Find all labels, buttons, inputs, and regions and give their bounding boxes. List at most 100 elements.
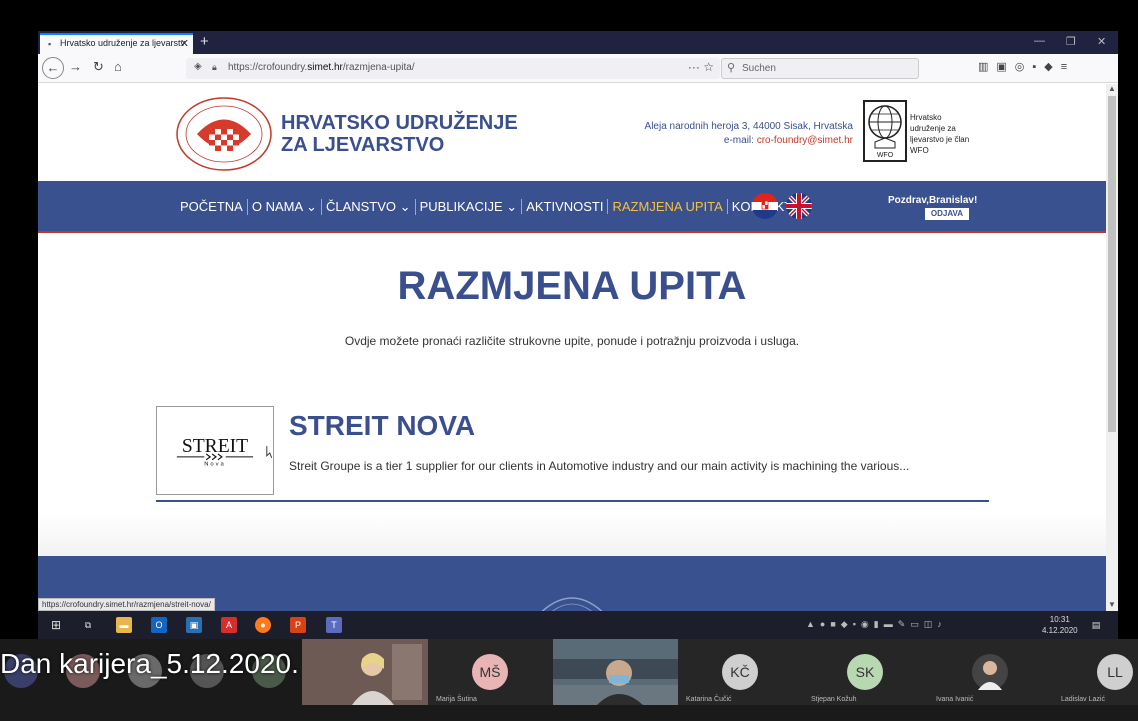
notifications-icon[interactable]: ▤ <box>1088 617 1104 633</box>
acrobat-icon[interactable]: A <box>221 617 237 633</box>
reload-icon[interactable]: ↻ <box>93 59 104 75</box>
back-icon[interactable]: ← <box>42 57 64 79</box>
scrollbar-thumb[interactable] <box>1108 96 1116 432</box>
browser-tab[interactable]: ▪ Hrvatsko udruženje za ljevarstv ✕ <box>40 33 193 54</box>
url-prefix: https://crofoundry. <box>228 62 308 73</box>
main-navigation: POČETNA O NAMA ⌄ ČLANSTVO ⌄ PUBLIKACIJE ⌄ AK… <box>38 181 1106 233</box>
contact-info: Aleja narodnih heroja 3, 44000 Sisak, Hr… <box>645 120 853 148</box>
participant-video-icon <box>553 659 678 705</box>
shield-icon[interactable]: ◈ <box>194 61 202 72</box>
avatar: MŠ <box>472 654 508 690</box>
participant-tile[interactable]: MŠ Marija Šutina <box>428 639 553 705</box>
email-link[interactable]: cro-foundry@simet.hr <box>757 135 853 146</box>
lock-icon[interactable]: 🔒︎ <box>212 62 217 73</box>
forward-icon[interactable]: → <box>69 59 82 74</box>
page-subtitle: Ovdje možete pronaći različite strukovne… <box>344 334 800 348</box>
task-view-icon[interactable]: ⧉ <box>80 617 96 633</box>
listing-title[interactable]: STREIT NOVA <box>289 410 475 442</box>
toolbar-extension-icons[interactable]: ▥▣◎▪◆≡ <box>978 60 1075 73</box>
close-window-icon[interactable]: ✕ <box>1097 35 1106 48</box>
nav-menu: POČETNA O NAMA ⌄ ČLANSTVO ⌄ PUBLIKACIJE ⌄ AK… <box>180 199 796 215</box>
search-input[interactable]: ⚲ Suchen <box>721 58 919 79</box>
restore-icon[interactable]: ❐ <box>1066 35 1076 48</box>
chevron-down-icon: ⌄ <box>506 199 518 214</box>
tab-bar: ▪ Hrvatsko udruženje za ljevarstv ✕ + — … <box>38 31 1118 54</box>
taskbar-clock[interactable]: 10:31 4.12.2020 <box>1042 614 1078 636</box>
avatar <box>972 654 1008 690</box>
avatar: SK <box>847 654 883 690</box>
association-logo[interactable] <box>175 97 273 172</box>
footer-logo <box>541 597 603 611</box>
streit-logo-text: STREIT <box>182 436 248 457</box>
site-header: HRVATSKO UDRUŽENJE ZA LJEVARSTVO Aleja n… <box>38 84 1106 181</box>
nav-item-o-nama[interactable]: O NAMA ⌄ <box>246 199 321 215</box>
logout-button[interactable]: ODJAVA <box>925 208 969 220</box>
page-title: RAZMJENA UPITA <box>397 264 747 308</box>
nav-label: O NAMA <box>251 199 303 214</box>
file-explorer-icon[interactable]: ▬ <box>116 617 132 633</box>
search-icon: ⚲ <box>727 62 736 74</box>
system-tray-icons[interactable]: ▲●■◆▪◉▮▬✎▭◫♪ <box>806 619 947 630</box>
scroll-up-icon[interactable]: ▲ <box>1108 84 1116 93</box>
close-tab-icon[interactable]: ✕ <box>180 37 189 50</box>
windows-start-icon[interactable]: ⊞ <box>48 617 64 633</box>
nav-label: ČLANSTVO <box>325 199 397 214</box>
streit-logo: STREIT Nova <box>176 436 273 468</box>
streit-logo-sub: Nova <box>204 462 226 468</box>
participant-tile[interactable]: SK Stjepan Kožuh <box>803 639 928 705</box>
favicon-icon: ▪ <box>48 39 52 49</box>
outlook-icon[interactable]: O <box>151 617 167 633</box>
wfo-membership-text: Hrvatsko udruženje za ljevarstvo je član… <box>910 113 970 155</box>
nav-item-clanstvo[interactable]: ČLANSTVO ⌄ <box>320 199 415 215</box>
avatar: KČ <box>722 654 758 690</box>
powerpoint-icon[interactable]: P <box>290 617 306 633</box>
participant-video-tile[interactable] <box>553 639 678 705</box>
new-tab-icon[interactable]: + <box>200 33 209 50</box>
page-actions-icon[interactable]: ··· ☆ <box>688 60 714 74</box>
search-placeholder: Suchen <box>742 63 776 74</box>
nav-item-razmjena-upita[interactable]: RAZMJENA UPITA <box>607 199 726 214</box>
navigation-toolbar: ← → ↻ ⌂ ◈ 🔒︎ https://crofoundry.simet.hr… <box>38 54 1118 83</box>
participant-video-tile[interactable] <box>302 639 428 705</box>
nav-item-publikacije[interactable]: PUBLIKACIJE ⌄ <box>414 199 522 215</box>
nav-item-aktivnosti[interactable]: AKTIVNOSTI <box>521 199 607 214</box>
croatian-flag-icon[interactable] <box>752 193 778 219</box>
email-label: e-mail: <box>723 135 754 146</box>
address-text: Aleja narodnih heroja 3, 44000 Sisak, Hr… <box>644 121 853 132</box>
participant-name: Stjepan Kožuh <box>811 696 857 703</box>
url-domain: simet.hr <box>307 62 343 73</box>
wfo-logo[interactable]: WFO <box>863 100 907 162</box>
video-caption: Dan karijera_5.12.2020. <box>0 648 299 679</box>
nav-item-pocetna[interactable]: POČETNA <box>180 199 247 214</box>
wfo-label: WFO <box>877 152 894 159</box>
clock-time: 10:31 <box>1049 615 1070 624</box>
site-title-line2: ZA LJEVARSTVO <box>281 134 445 156</box>
nav-label: PUBLIKACIJE <box>419 199 503 214</box>
browser-window: ▪ Hrvatsko udruženje za ljevarstv ✕ + — … <box>38 31 1118 611</box>
site-title[interactable]: HRVATSKO UDRUŽENJE ZA LJEVARSTVO <box>281 112 518 156</box>
listing-item[interactable]: STREIT Nova STREIT NOVA Streit Groupe is… <box>156 406 989 502</box>
participant-name: Ladislav Lazić <box>1061 696 1105 703</box>
listing-logo[interactable]: STREIT Nova <box>156 406 274 495</box>
site-title-line1: HRVATSKO UDRUŽENJE <box>281 112 518 134</box>
uk-flag-icon[interactable] <box>786 193 812 219</box>
participant-tile[interactable]: LL Ladislav Lazić <box>1053 639 1138 705</box>
participant-name: Ivana Ivanić <box>936 696 974 703</box>
teams-icon[interactable]: T <box>326 617 342 633</box>
firefox-icon[interactable]: ● <box>255 617 271 633</box>
participant-name: Katarina Čučić <box>686 696 732 703</box>
minimize-icon[interactable]: — <box>1034 35 1045 47</box>
participant-tile[interactable]: Ivana Ivanić <box>928 639 1053 705</box>
participant-tile[interactable]: KČ Katarina Čučić <box>678 639 803 705</box>
url-path: /razmjena-upita/ <box>342 62 415 73</box>
home-icon[interactable]: ⌂ <box>114 59 122 74</box>
listing-description: Streit Groupe is a tier 1 supplier for o… <box>289 459 910 473</box>
url-bar[interactable]: ◈ 🔒︎ https://crofoundry.simet.hr/razmjen… <box>186 58 720 79</box>
page-scrollbar[interactable]: ▲ ▼ <box>1106 84 1118 611</box>
scroll-down-icon[interactable]: ▼ <box>1108 600 1116 609</box>
app-icon[interactable]: ▣ <box>186 617 202 633</box>
page-content: HRVATSKO UDRUŽENJE ZA LJEVARSTVO Aleja n… <box>38 84 1106 611</box>
user-greeting: Pozdrav,Branislav! <box>888 195 978 206</box>
windows-taskbar: ⊞ ⧉ ▬ O ▣ A ● P T ▲●■◆▪◉▮▬✎▭◫♪ 10:31 4.1… <box>38 611 1118 639</box>
globe-icon: WFO <box>868 105 902 159</box>
